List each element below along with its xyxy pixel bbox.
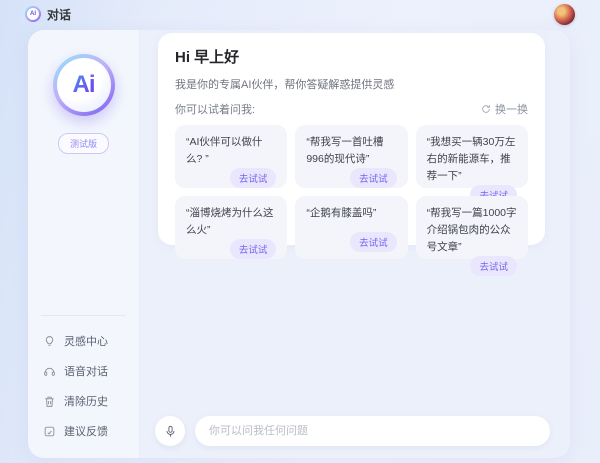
sidebar-item-voice-chat[interactable]: 语音对话 bbox=[28, 356, 139, 386]
suggestion-card[interactable]: “淄博烧烤为什么这么火” 去试试 bbox=[175, 196, 287, 259]
refresh-label: 换一换 bbox=[495, 101, 528, 117]
sidebar-item-label: 建议反馈 bbox=[64, 423, 108, 439]
sidebar: Ai 测试版 灵感中心 语音对话 清除历史 建议反馈 bbox=[28, 30, 140, 458]
microphone-button[interactable] bbox=[155, 416, 185, 446]
app-shell: Ai 测试版 灵感中心 语音对话 清除历史 建议反馈 bbox=[28, 30, 570, 458]
suggestion-grid: “AI伙伴可以做什么? ” 去试试 “帮我写一首吐槽996的现代诗” 去试试 “… bbox=[175, 125, 528, 259]
app-title: 对话 bbox=[47, 6, 71, 23]
suggestion-question: “帮我写一篇1000字介绍锅包肉的公众号文章” bbox=[427, 205, 517, 256]
feedback-icon bbox=[43, 425, 56, 438]
sidebar-item-label: 清除历史 bbox=[64, 393, 108, 409]
refresh-suggestions-button[interactable]: 换一换 bbox=[481, 101, 528, 117]
beta-badge[interactable]: 测试版 bbox=[58, 133, 109, 154]
sidebar-divider bbox=[41, 315, 126, 316]
chat-input-row bbox=[155, 416, 550, 446]
suggestion-question: “淄博烧烤为什么这么火” bbox=[186, 205, 276, 239]
sidebar-item-label: 语音对话 bbox=[64, 363, 108, 379]
sidebar-item-inspiration[interactable]: 灵感中心 bbox=[28, 326, 139, 356]
ai-logo: Ai bbox=[53, 54, 115, 116]
suggestion-question: “帮我写一首吐槽996的现代诗” bbox=[306, 134, 396, 168]
sidebar-item-label: 灵感中心 bbox=[64, 333, 108, 349]
suggestion-card[interactable]: “我想买一辆30万左右的新能源车，推荐一下” 去试试 bbox=[416, 125, 528, 188]
suggestion-question: “AI伙伴可以做什么? ” bbox=[186, 134, 276, 168]
top-bar: AI 对话 bbox=[0, 0, 600, 28]
suggestion-question: “我想买一辆30万左右的新能源车，推荐一下” bbox=[427, 134, 517, 185]
sidebar-item-feedback[interactable]: 建议反馈 bbox=[28, 416, 139, 446]
try-it-button[interactable]: 去试试 bbox=[230, 239, 277, 259]
suggestion-card[interactable]: “帮我写一首吐槽996的现代诗” 去试试 bbox=[295, 125, 407, 188]
greeting-subtitle: 我是你的专属AI伙伴，帮你答疑解惑提供灵感 bbox=[175, 76, 528, 92]
ai-logo-text: Ai bbox=[73, 71, 95, 99]
suggestion-card[interactable]: “企鹅有膝盖吗” 去试试 bbox=[295, 196, 407, 259]
suggestion-card[interactable]: “AI伙伴可以做什么? ” 去试试 bbox=[175, 125, 287, 188]
refresh-icon bbox=[481, 104, 491, 114]
sidebar-item-clear-history[interactable]: 清除历史 bbox=[28, 386, 139, 416]
microphone-icon bbox=[164, 425, 177, 438]
prompt-label: 你可以试着问我: bbox=[175, 101, 255, 117]
welcome-panel: Hi 早上好 我是你的专属AI伙伴，帮你答疑解惑提供灵感 你可以试着问我: 换一… bbox=[158, 33, 545, 245]
prompt-row: 你可以试着问我: 换一换 bbox=[175, 101, 528, 117]
try-it-button[interactable]: 去试试 bbox=[470, 256, 517, 276]
main-area: Hi 早上好 我是你的专属AI伙伴，帮你答疑解惑提供灵感 你可以试着问我: 换一… bbox=[140, 30, 570, 458]
chat-input[interactable] bbox=[195, 416, 550, 446]
suggestion-question: “企鹅有膝盖吗” bbox=[306, 205, 396, 222]
sidebar-menu: 灵感中心 语音对话 清除历史 建议反馈 bbox=[28, 315, 139, 458]
trash-icon bbox=[43, 395, 56, 408]
lightbulb-icon bbox=[43, 335, 56, 348]
user-avatar[interactable] bbox=[554, 4, 575, 25]
headset-icon bbox=[43, 365, 56, 378]
suggestion-card[interactable]: “帮我写一篇1000字介绍锅包肉的公众号文章” 去试试 bbox=[416, 196, 528, 259]
try-it-button[interactable]: 去试试 bbox=[350, 232, 397, 252]
greeting-title: Hi 早上好 bbox=[175, 46, 528, 67]
try-it-button[interactable]: 去试试 bbox=[230, 168, 277, 188]
app-logo-icon: AI bbox=[25, 6, 41, 22]
try-it-button[interactable]: 去试试 bbox=[350, 168, 397, 188]
